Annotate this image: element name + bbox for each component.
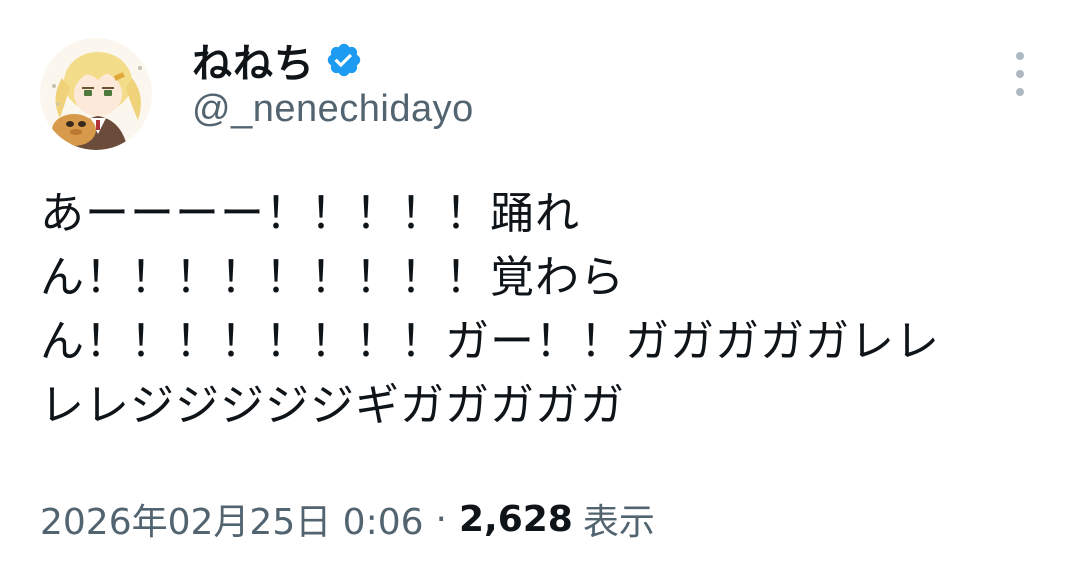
tweet-card: ねねち @_nenechidayo あーーーー！！！！！踊れ ん！！！！！！！！… (0, 0, 1080, 570)
tweet-text-line: レレジジジジジギガガガガガ (40, 380, 625, 431)
avatar-illustration (40, 38, 152, 150)
meta-separator: · (435, 498, 447, 540)
tweet-text: あーーーー！！！！！踊れ ん！！！！！！！！！覚わら ん！！！！！！！！ガー！！… (40, 182, 1050, 438)
more-options-button[interactable] (1004, 52, 1036, 96)
views-label: 表示 (582, 502, 655, 543)
tweet-meta: 2026年02月25日 0:06 · 2,628 表示 (40, 494, 655, 544)
tweet-text-line: ん！！！！！！！！ガー！！ガガガガガレレ (40, 316, 940, 367)
avatar[interactable] (40, 38, 152, 150)
verified-badge-icon[interactable] (325, 41, 363, 79)
more-vertical-icon (1016, 52, 1024, 60)
tweet-text-line: ん！！！！！！！！！覚わら (40, 252, 625, 303)
author-handle[interactable]: @_nenechidayo (192, 88, 474, 131)
author-display-name[interactable]: ねねち (192, 31, 315, 89)
tweet-timestamp[interactable]: 2026年02月25日 0:06 (40, 493, 424, 545)
tweet-text-line: あーーーー！！！！！踊れ (40, 188, 580, 239)
views-count: 2,628 (458, 498, 573, 540)
author-name-row: ねねち (192, 30, 363, 90)
